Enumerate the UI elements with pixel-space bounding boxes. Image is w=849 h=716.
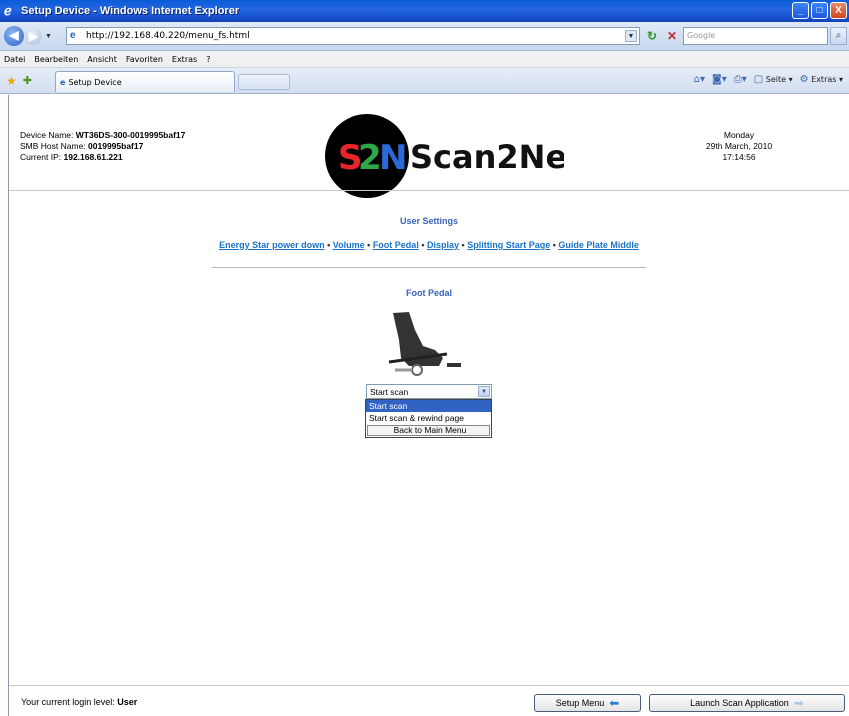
forward-button[interactable]: ▶ bbox=[25, 27, 42, 45]
option-start-scan[interactable]: Start scan bbox=[366, 400, 491, 412]
weekday: Monday bbox=[723, 130, 755, 140]
home-icon[interactable]: ⌂▾ bbox=[694, 74, 705, 85]
current-ip-label: Current IP: bbox=[20, 152, 62, 162]
window-title: Setup Device - Windows Internet Explorer bbox=[21, 5, 240, 17]
foot-pedal-options: Start scan Start scan & rewind page Back… bbox=[365, 399, 492, 438]
launch-scan-app-button[interactable]: Launch Scan Application ➡ bbox=[649, 694, 845, 712]
back-to-main-menu-button[interactable]: Back to Main Menu bbox=[367, 425, 490, 436]
search-icon[interactable]: ⌕ bbox=[830, 27, 847, 45]
scan2net-logo: S 2 N Scan2Net bbox=[325, 114, 564, 198]
link-volume[interactable]: Volume bbox=[333, 240, 365, 250]
link-separator: • bbox=[552, 240, 556, 250]
launch-scan-label: Launch Scan Application bbox=[690, 698, 789, 708]
selected-value: Start scan bbox=[370, 387, 409, 397]
maximize-button[interactable]: □ bbox=[811, 2, 828, 19]
tools-menu[interactable]: ⚙ Extras ▾ bbox=[800, 74, 843, 85]
address-bar[interactable]: e http://192.168.40.220/menu_fs.html ▼ bbox=[66, 27, 640, 45]
page-content: Device Name: WT36DS-300-0019995baf17 SMB… bbox=[8, 95, 849, 716]
title-bar: ℯ Setup Device - Windows Internet Explor… bbox=[0, 0, 849, 22]
gear-icon: ⚙ bbox=[799, 74, 809, 85]
option-start-scan-rewind[interactable]: Start scan & rewind page bbox=[366, 412, 491, 424]
link-separator: • bbox=[461, 240, 465, 250]
device-info: Device Name: WT36DS-300-0019995baf17 SMB… bbox=[20, 130, 185, 163]
tab-setup-device[interactable]: e Setup Device bbox=[55, 71, 235, 92]
refresh-icon[interactable]: ↻ bbox=[644, 28, 660, 44]
divider bbox=[9, 685, 849, 686]
chevron-down-icon[interactable]: ▼ bbox=[478, 386, 490, 397]
history-dropdown-icon[interactable]: ▼ bbox=[45, 33, 55, 40]
login-level: Your current login level: User bbox=[21, 697, 137, 707]
current-ip-value: 192.168.61.221 bbox=[63, 152, 123, 162]
menu-item-favoriten[interactable]: Favoriten bbox=[126, 55, 163, 64]
minimize-button[interactable]: _ bbox=[792, 2, 809, 19]
menu-item-datei[interactable]: Datei bbox=[4, 55, 25, 64]
tab-label: Setup Device bbox=[68, 77, 122, 87]
new-tab-button[interactable] bbox=[238, 74, 290, 90]
page-menu[interactable]: ▢ Seite ▾ bbox=[754, 74, 793, 85]
foot-pedal-title: Foot Pedal bbox=[405, 288, 452, 298]
settings-nav: Energy Star power down • Volume • Foot P… bbox=[9, 240, 849, 250]
search-input[interactable]: Google bbox=[683, 27, 828, 45]
menu-item-help[interactable]: ? bbox=[206, 55, 210, 64]
ie-icon: ℯ bbox=[4, 3, 12, 18]
svg-text:Scan2Net: Scan2Net bbox=[410, 138, 564, 176]
link-separator: • bbox=[327, 240, 331, 250]
arrow-right-icon: ➡ bbox=[793, 696, 804, 710]
page-menu-icon: ▢ bbox=[753, 74, 764, 85]
tab-bar: ★ ✚ e Setup Device ⌂▾ ◙▾ ⎙▾ ▢ Seite ▾ ⚙ … bbox=[0, 68, 849, 94]
stop-icon[interactable]: ✕ bbox=[664, 28, 680, 44]
close-button[interactable]: X bbox=[830, 2, 847, 19]
login-value: User bbox=[117, 697, 138, 707]
link-splitting-start-page[interactable]: Splitting Start Page bbox=[467, 240, 550, 250]
foot-pedal-icon bbox=[388, 312, 461, 376]
link-foot-pedal[interactable]: Foot Pedal bbox=[373, 240, 419, 250]
favorites-star-icon[interactable]: ★ bbox=[6, 74, 17, 88]
link-guide-plate-middle[interactable]: Guide Plate Middle bbox=[558, 240, 639, 250]
tools-menu-label: Extras bbox=[811, 75, 837, 84]
feeds-icon[interactable]: ◙▾ bbox=[712, 74, 727, 85]
date: 29th March, 2010 bbox=[705, 141, 773, 151]
divider bbox=[9, 190, 849, 191]
url-text[interactable]: http://192.168.40.220/menu_fs.html bbox=[86, 31, 250, 41]
login-label: Your current login level: bbox=[21, 697, 115, 707]
menu-item-ansicht[interactable]: Ansicht bbox=[87, 55, 117, 64]
menu-bar: Datei Bearbeiten Ansicht Favoriten Extra… bbox=[0, 51, 849, 68]
datetime: Monday 29th March, 2010 17:14:56 bbox=[689, 130, 789, 163]
ie-page-icon: e bbox=[60, 77, 66, 87]
user-settings-title: User Settings bbox=[399, 216, 459, 226]
page-menu-label: Seite bbox=[765, 75, 787, 84]
foot-pedal-select[interactable]: Start scan ▼ bbox=[366, 384, 492, 399]
arrow-left-icon: ⬅ bbox=[609, 696, 620, 710]
link-energy-star[interactable]: Energy Star power down bbox=[219, 240, 325, 250]
chevron-down-icon[interactable]: ▼ bbox=[625, 30, 637, 42]
address-toolbar: ◀ ▶ ▼ e http://192.168.40.220/menu_fs.ht… bbox=[0, 22, 849, 51]
command-bar: ⌂▾ ◙▾ ⎙▾ ▢ Seite ▾ ⚙ Extras ▾ bbox=[694, 74, 843, 85]
time: 17:14:56 bbox=[722, 152, 756, 162]
smb-host-label: SMB Host Name: bbox=[20, 141, 86, 151]
divider bbox=[212, 267, 646, 268]
print-icon[interactable]: ⎙▾ bbox=[734, 74, 747, 85]
link-display[interactable]: Display bbox=[427, 240, 459, 250]
device-name-value: WT36DS-300-0019995baf17 bbox=[75, 130, 186, 140]
smb-host-value: 0019995baf17 bbox=[88, 141, 144, 151]
link-separator: • bbox=[367, 240, 371, 250]
menu-item-bearbeiten[interactable]: Bearbeiten bbox=[34, 55, 78, 64]
menu-item-extras[interactable]: Extras bbox=[172, 55, 197, 64]
add-favorite-icon[interactable]: ✚ bbox=[23, 74, 32, 87]
svg-text:N: N bbox=[379, 138, 407, 178]
setup-menu-label: Setup Menu bbox=[555, 698, 605, 708]
setup-menu-button[interactable]: Setup Menu ⬅ bbox=[534, 694, 641, 712]
device-name-label: Device Name: bbox=[20, 130, 74, 140]
page-icon: e bbox=[70, 30, 76, 41]
back-button[interactable]: ◀ bbox=[4, 26, 24, 46]
link-separator: • bbox=[421, 240, 425, 250]
